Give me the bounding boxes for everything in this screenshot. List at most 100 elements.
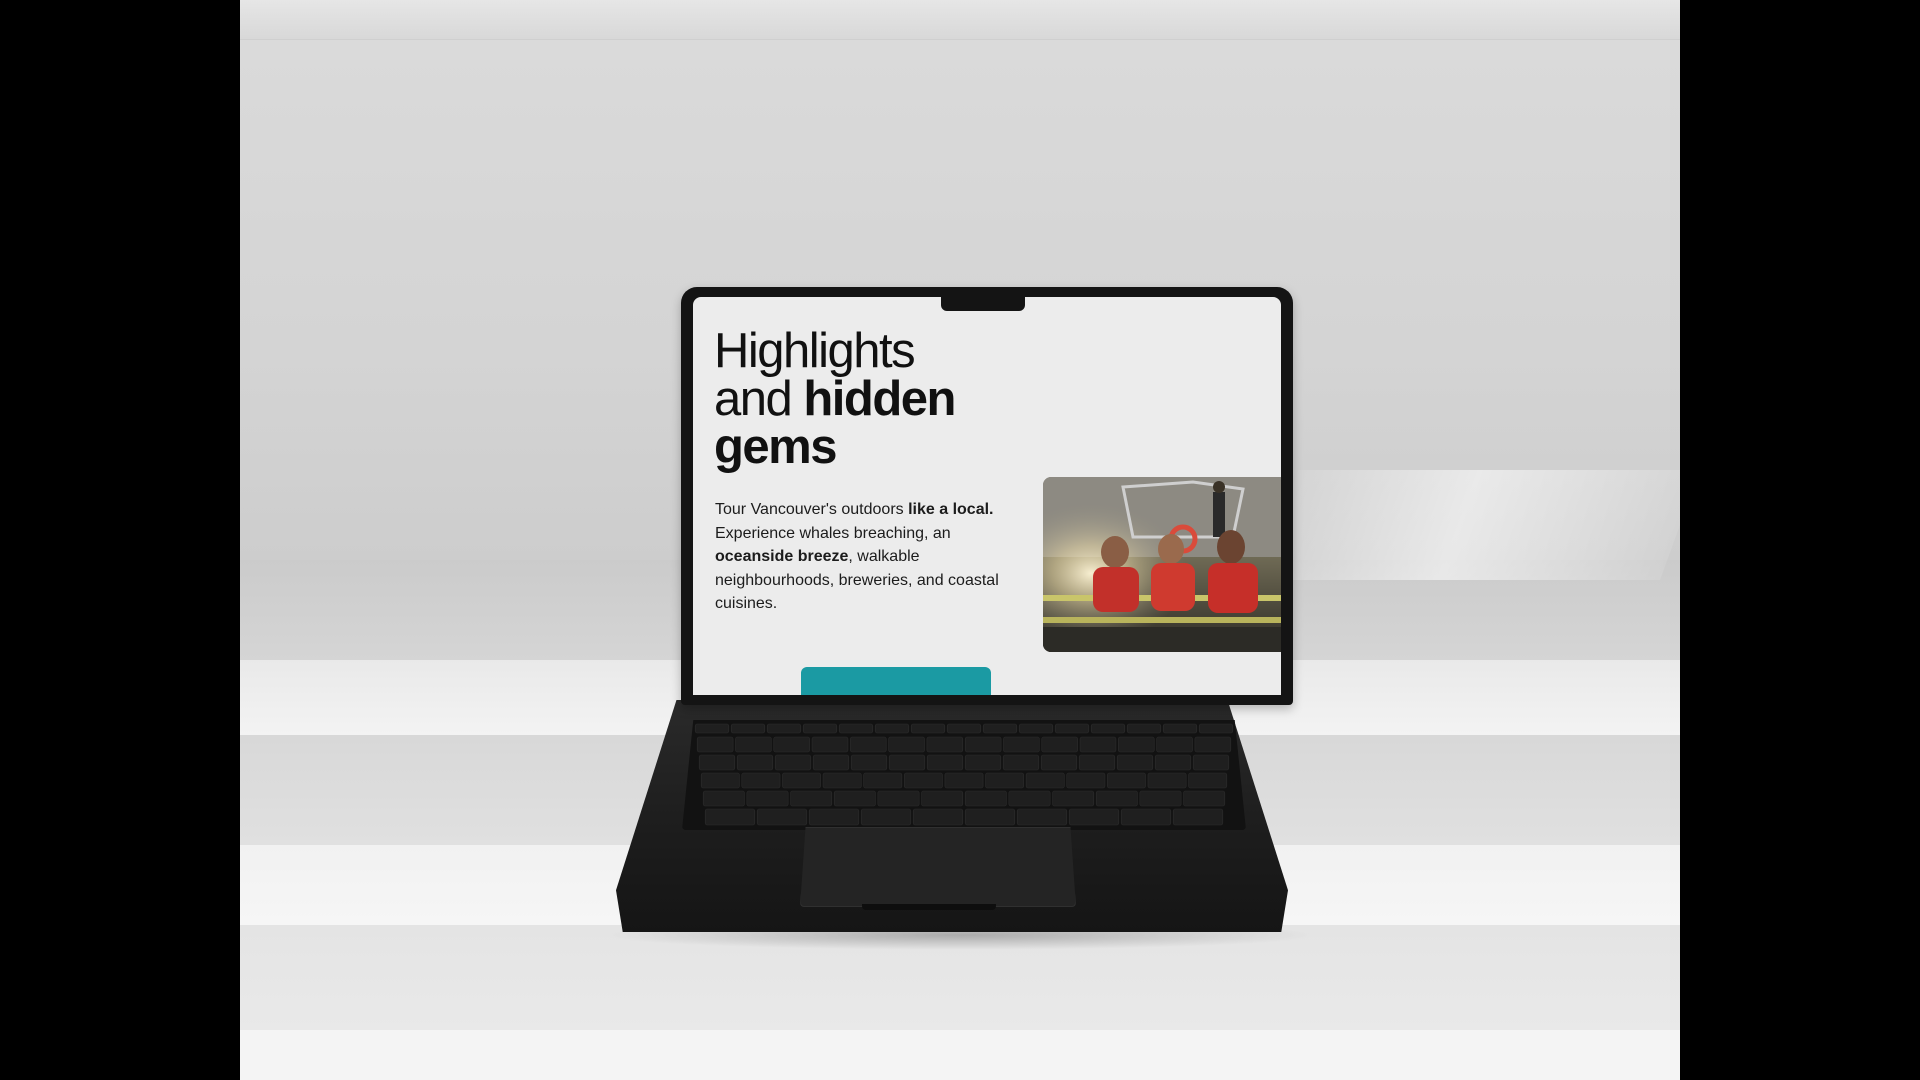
keyboard-key	[860, 808, 912, 826]
keyboard-key	[888, 736, 925, 753]
hero-headline: Highlights and hidden gems	[714, 324, 1014, 474]
keyboard-key	[982, 723, 1018, 734]
keyboard-key	[746, 790, 789, 807]
keyboard-key	[985, 772, 1025, 789]
keyboard-key	[946, 723, 982, 734]
keyboard-key	[694, 723, 730, 734]
keyboard-key	[1194, 736, 1232, 753]
keyboard-key	[964, 736, 1002, 753]
keyboard-key	[838, 723, 874, 734]
keyboard-key	[1126, 723, 1162, 734]
keyboard-key	[1147, 772, 1187, 789]
description-emphasis: oceanside breeze	[715, 548, 849, 565]
keyboard	[682, 720, 1246, 830]
keyboard-key	[808, 808, 860, 826]
headline-line-3: gems	[714, 420, 838, 474]
description-emphasis: like a local.	[908, 501, 994, 518]
headline-line-2-regular: and	[714, 372, 804, 426]
keyboard-key	[888, 754, 926, 771]
keyboard-key	[1054, 723, 1090, 734]
trackpad[interactable]	[800, 827, 1076, 907]
keyboard-key	[1068, 808, 1120, 826]
keyboard-key	[874, 723, 910, 734]
keyboard-key	[912, 808, 964, 826]
keyboard-key	[921, 790, 964, 807]
wall-top-band	[240, 0, 1680, 40]
keyboard-key	[944, 772, 984, 789]
keyboard-key	[1183, 790, 1226, 807]
keyboard-key	[910, 723, 946, 734]
boat-tour-illustration	[1043, 477, 1281, 652]
keyboard-key	[964, 790, 1007, 807]
keyboard-key	[1154, 754, 1192, 771]
keyboard-key	[1079, 736, 1117, 753]
keyboard-key	[1107, 772, 1146, 789]
keyboard-key	[782, 772, 821, 789]
keyboard-key	[811, 736, 849, 753]
keyboard-key	[1003, 736, 1040, 753]
keyboard-key	[1198, 723, 1234, 734]
keyboard-key	[790, 790, 833, 807]
headline-line-1: Highlights	[714, 324, 916, 378]
keyboard-key	[1139, 790, 1182, 807]
keyboard-key	[1041, 736, 1078, 753]
keyboard-key	[1156, 736, 1193, 753]
keyboard-key	[774, 754, 812, 771]
keyboard-key	[1118, 736, 1155, 753]
keyboard-key	[850, 736, 887, 753]
step-top	[240, 1030, 1680, 1080]
keyboard-key	[1040, 754, 1078, 771]
keyboard-key	[1078, 754, 1116, 771]
letterbox-left	[0, 0, 240, 1080]
keyboard-key	[1095, 790, 1138, 807]
keyboard-key	[756, 808, 808, 826]
keyboard-key	[877, 790, 920, 807]
keyboard-key	[1008, 790, 1051, 807]
keyboard-key	[1162, 723, 1198, 734]
keyboard-key	[1172, 808, 1224, 826]
keyboard-key	[735, 736, 772, 753]
keyboard-key	[802, 723, 838, 734]
keyboard-key	[1052, 790, 1095, 807]
keyboard-key	[773, 736, 810, 753]
keyboard-key	[903, 772, 943, 789]
keyboard-keys	[694, 723, 1234, 826]
keyboard-key	[1018, 723, 1054, 734]
laptop-screen: Highlights and hidden gems Tour Vancouve…	[693, 297, 1281, 695]
keyboard-key	[964, 754, 1002, 771]
boat-tour-photo	[1043, 477, 1281, 652]
keyboard-key	[736, 754, 774, 771]
keyboard-key	[1002, 754, 1040, 771]
keyboard-key	[850, 754, 888, 771]
hero-description: Tour Vancouver's outdoors like a local. …	[715, 498, 1015, 616]
keyboard-key	[741, 772, 781, 789]
keyboard-key	[1090, 723, 1126, 734]
keyboard-key	[1025, 772, 1065, 789]
keyboard-key	[964, 808, 1016, 826]
keyboard-key	[833, 790, 876, 807]
keyboard-key	[812, 754, 850, 771]
keyboard-key	[1066, 772, 1106, 789]
keyboard-key	[1188, 772, 1228, 789]
description-part: Tour Vancouver's outdoors	[715, 501, 909, 518]
keyboard-key	[766, 723, 802, 734]
laptop-front-notch	[862, 904, 996, 910]
laptop-lid: Highlights and hidden gems Tour Vancouve…	[681, 287, 1293, 705]
keyboard-key	[1116, 754, 1154, 771]
headline-line-2-bold: hidden	[803, 372, 956, 426]
letterbox-right	[1680, 0, 1920, 1080]
keyboard-key	[1016, 808, 1068, 826]
keyboard-key	[730, 723, 766, 734]
keyboard-key	[926, 736, 964, 753]
keyboard-key	[863, 772, 903, 789]
keyboard-key	[702, 790, 745, 807]
description-part: Experience whales breaching, an	[715, 524, 951, 542]
keyboard-key	[822, 772, 862, 789]
keyboard-key	[700, 772, 740, 789]
cta-button[interactable]	[801, 667, 991, 695]
keyboard-key	[926, 754, 964, 771]
camera-notch	[941, 297, 1025, 311]
keyboard-key	[704, 808, 756, 826]
keyboard-key	[1192, 754, 1230, 771]
keyboard-key	[698, 754, 736, 771]
